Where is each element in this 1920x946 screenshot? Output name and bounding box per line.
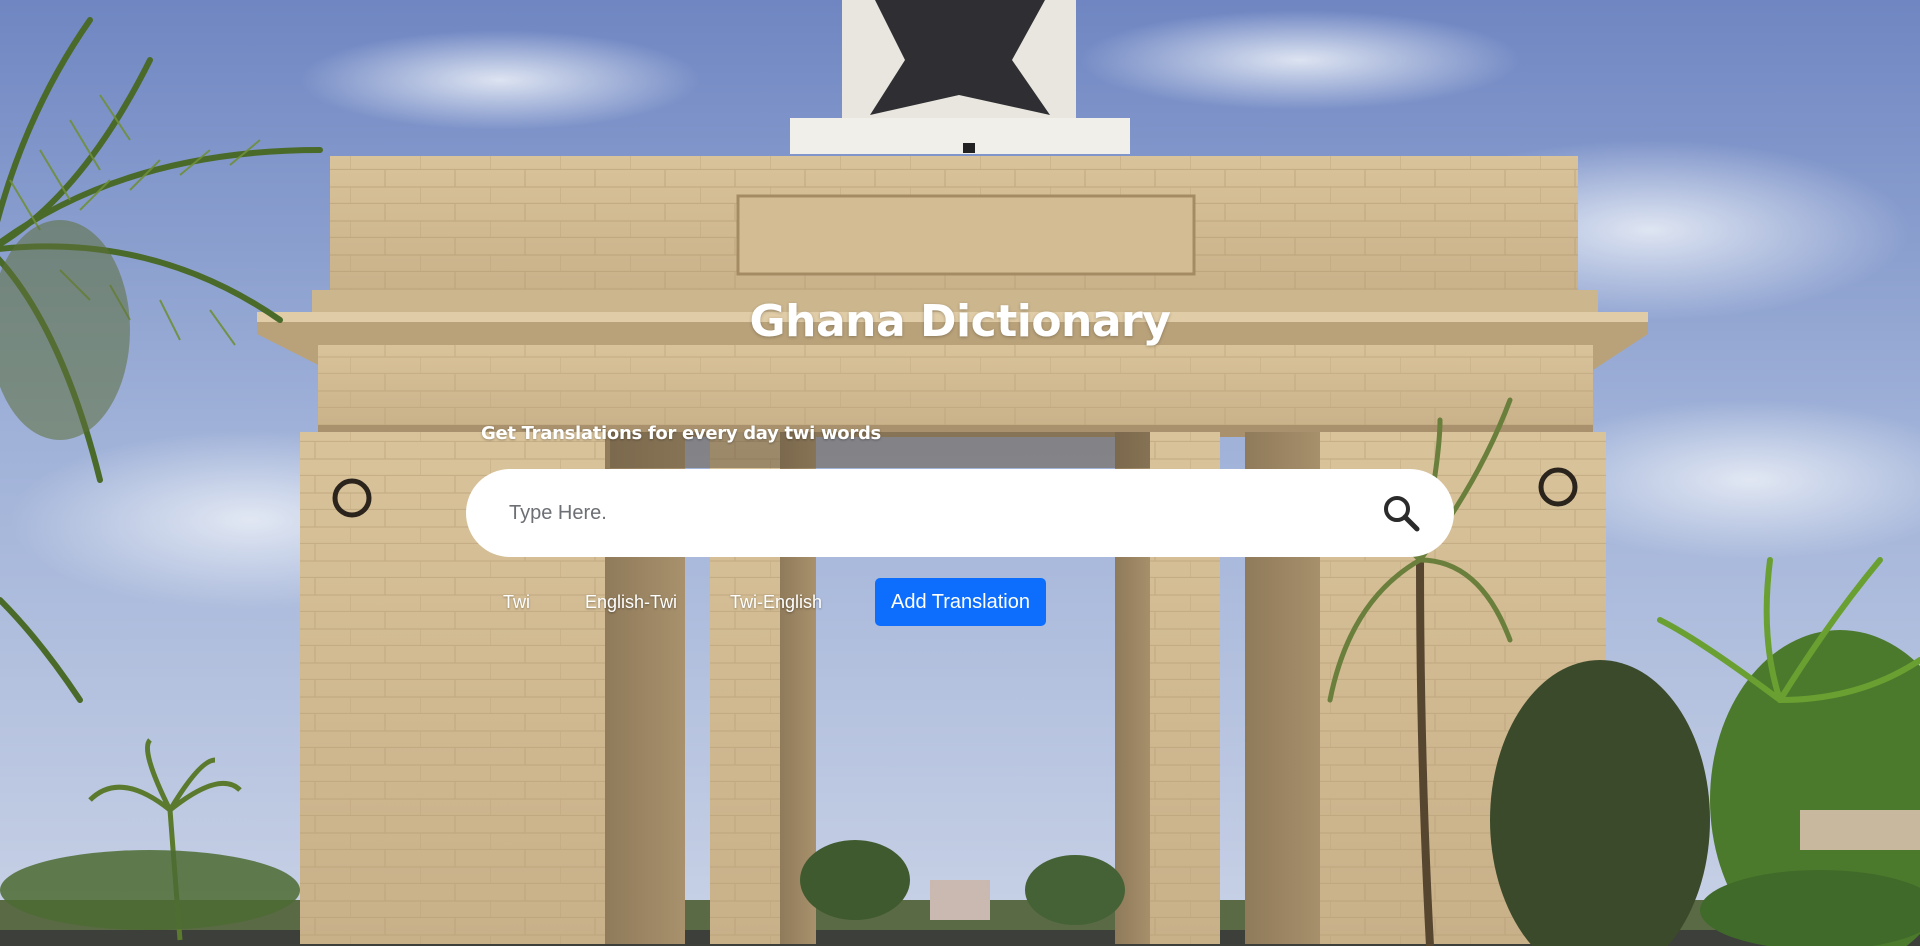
- search-input[interactable]: [509, 501, 1378, 525]
- nav-link-twi-english[interactable]: Twi-English: [730, 578, 822, 626]
- add-translation-button[interactable]: Add Translation: [875, 578, 1046, 626]
- page-subtitle: Get Translations for every day twi words: [481, 423, 881, 444]
- search-bar: [466, 469, 1454, 557]
- search-icon[interactable]: [1378, 490, 1424, 536]
- page-title: Ghana Dictionary: [749, 296, 1171, 347]
- nav-link-english-twi[interactable]: English-Twi: [585, 578, 677, 626]
- nav-link-twi[interactable]: Twi: [503, 578, 530, 626]
